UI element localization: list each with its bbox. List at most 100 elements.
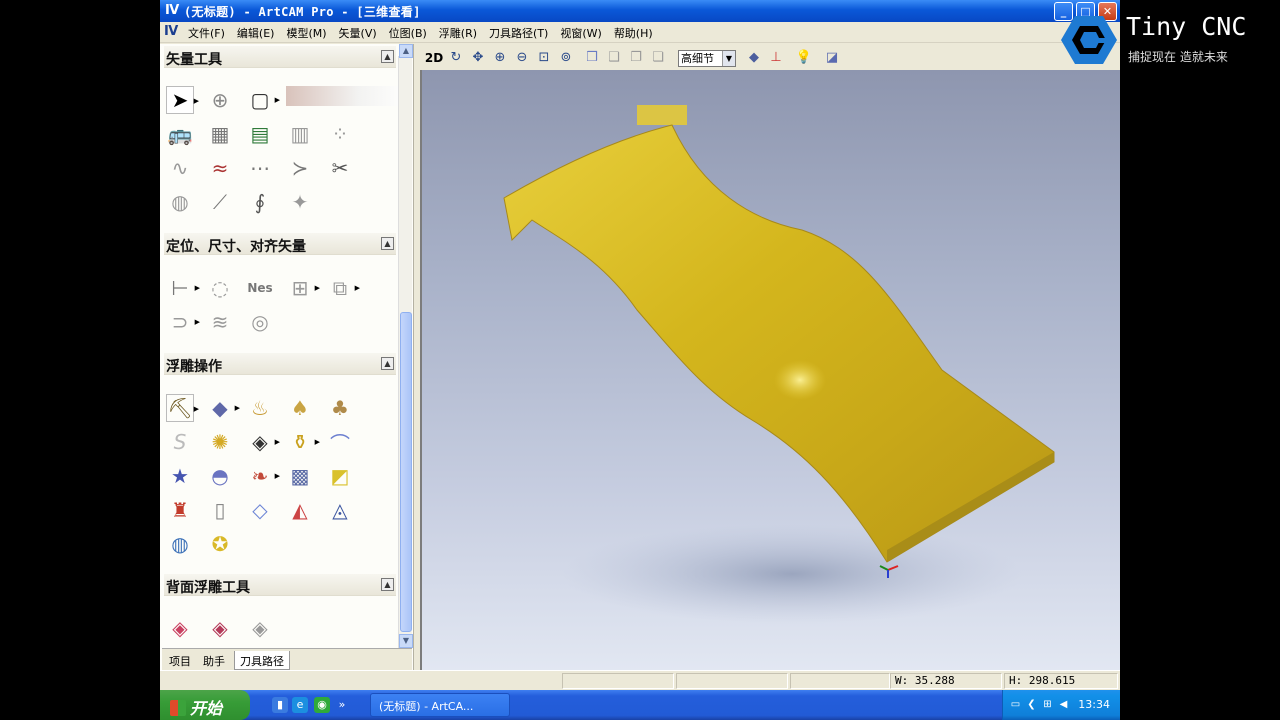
arch-icon[interactable]: ⌒ bbox=[326, 428, 354, 456]
ie-icon[interactable]: e bbox=[292, 697, 308, 713]
star-relief-icon[interactable]: ★ bbox=[166, 462, 194, 490]
menu-window[interactable]: 视窗(W) bbox=[554, 25, 607, 41]
offset-icon[interactable]: ≻ bbox=[286, 154, 314, 182]
shape-editor-icon[interactable]: ⛏ ▶ bbox=[166, 394, 199, 422]
back-relief-grey-icon[interactable]: ◈ bbox=[246, 614, 274, 642]
layers-icon[interactable]: ◬ bbox=[326, 496, 354, 524]
menu-bitmap[interactable]: 位图(B) bbox=[383, 25, 433, 41]
spin-icon[interactable]: ♣ bbox=[326, 394, 354, 422]
volume-icon[interactable]: ◀ bbox=[1057, 698, 1070, 711]
circle-dots-icon[interactable]: ◌ bbox=[206, 274, 234, 302]
menu-relief[interactable]: 浮雕(R) bbox=[433, 25, 483, 41]
panel-scrollbar[interactable]: ▲ ▼ bbox=[398, 44, 413, 648]
extrude-icon[interactable]: ♨ bbox=[246, 394, 274, 422]
section-back-relief[interactable]: 背面浮雕工具 ▲ bbox=[164, 574, 396, 596]
smooth-curve-icon[interactable]: ≈ bbox=[206, 154, 234, 182]
collapse-icon[interactable]: ▲ bbox=[381, 50, 394, 63]
zoom-fit-icon[interactable]: ⊚ bbox=[556, 49, 576, 67]
chip-icon[interactable]: ◈ ▶ bbox=[246, 428, 280, 456]
node-pattern-icon[interactable]: ⁘ bbox=[326, 120, 354, 148]
taskbar-artcam-button[interactable]: (无标题) - ArtCA... bbox=[370, 693, 510, 717]
section-vector-tools[interactable]: 矢量工具 ▲ bbox=[164, 46, 396, 68]
axis-icon[interactable]: ⊥ bbox=[766, 49, 786, 67]
app-quicklaunch-icon[interactable]: ◉ bbox=[314, 697, 330, 713]
grid-tool-icon[interactable]: ▦ bbox=[206, 120, 234, 148]
wrap-icon[interactable]: ⊃ ▶ bbox=[166, 308, 200, 336]
spiral-icon[interactable]: ◎ bbox=[246, 308, 274, 336]
section-position-align[interactable]: 定位、尺寸、对齐矢量 ▲ bbox=[164, 233, 396, 255]
menu-model[interactable]: 模型(M) bbox=[280, 25, 332, 41]
collapse-icon[interactable]: ▲ bbox=[381, 237, 394, 250]
text-tool-icon[interactable]: 🚌 bbox=[166, 120, 194, 148]
paint-icon[interactable]: ♜ bbox=[166, 496, 194, 524]
iso-view-icon[interactable]: ❒ bbox=[582, 49, 602, 67]
weave-icon[interactable]: ▥ bbox=[286, 120, 314, 148]
collapse-icon[interactable]: ▲ bbox=[381, 357, 394, 370]
menu-file[interactable]: 文件(F) bbox=[182, 25, 231, 41]
3d-viewport[interactable] bbox=[420, 70, 1120, 670]
plane-icon[interactable]: ◆ ▶ bbox=[206, 394, 240, 422]
pan-icon[interactable]: ✥ bbox=[468, 49, 488, 67]
revolve-icon[interactable]: ♠ bbox=[286, 394, 314, 422]
zoom-out-icon[interactable]: ⊖ bbox=[512, 49, 532, 67]
front-view-icon[interactable]: ❑ bbox=[604, 49, 624, 67]
curve-icon[interactable]: ∿ bbox=[166, 154, 194, 182]
network-icon[interactable]: ⊞ bbox=[1041, 698, 1054, 711]
top-view-icon[interactable]: ❏ bbox=[648, 49, 668, 67]
artcam-menu-icon[interactable]: Ⅳ bbox=[164, 24, 178, 39]
view-2d-button[interactable]: 2D bbox=[424, 49, 444, 67]
tab-project[interactable]: 项目 bbox=[164, 651, 196, 670]
cylinder-icon[interactable]: ◍ bbox=[166, 188, 194, 216]
zoom-box-icon[interactable]: ⊡ bbox=[534, 49, 554, 67]
section-relief-ops[interactable]: 浮雕操作 ▲ bbox=[164, 353, 396, 375]
wave-icon[interactable]: ≋ bbox=[206, 308, 234, 336]
folder-star-icon[interactable]: ✪ bbox=[206, 530, 234, 558]
menu-toolpaths[interactable]: 刀具路径(T) bbox=[483, 25, 554, 41]
scroll-thumb[interactable] bbox=[400, 312, 412, 632]
tab-assistant[interactable]: 助手 bbox=[198, 651, 230, 670]
node-edit-icon[interactable]: ⋯ bbox=[246, 154, 274, 182]
nesting-icon[interactable]: Nes bbox=[246, 274, 274, 302]
desktop-icon[interactable]: ▮ bbox=[272, 697, 288, 713]
expand-icon[interactable]: » bbox=[336, 697, 348, 713]
sketch-icon[interactable]: ⟋ bbox=[206, 188, 234, 216]
menu-vector[interactable]: 矢量(V) bbox=[333, 25, 383, 41]
side-view-icon[interactable]: ❐ bbox=[626, 49, 646, 67]
back-arrow-icon[interactable]: ❮ bbox=[1025, 698, 1038, 711]
bezier-icon[interactable]: ∮ bbox=[246, 188, 274, 216]
back-relief-red-icon[interactable]: ◈ bbox=[166, 614, 194, 642]
column-icon[interactable]: ▯ bbox=[206, 496, 234, 524]
feather-icon[interactable]: ❧ ▶ bbox=[246, 462, 280, 490]
select-arrow-icon[interactable]: ➤ ▶ bbox=[166, 86, 199, 114]
slice-icon[interactable]: ◭ bbox=[286, 496, 314, 524]
globe-icon[interactable]: ◍ bbox=[166, 530, 194, 558]
tab-toolpaths[interactable]: 刀具路径 bbox=[234, 651, 290, 670]
knot-icon[interactable]: ✺ bbox=[206, 428, 234, 456]
back-relief-stack-icon[interactable]: ◈ bbox=[206, 614, 234, 642]
keyboard-icon[interactable]: ▭ bbox=[1009, 698, 1022, 711]
menu-edit[interactable]: 编辑(E) bbox=[231, 25, 281, 41]
scroll-down-icon[interactable]: ▼ bbox=[399, 634, 413, 648]
sheet-icon[interactable]: ◩ bbox=[326, 462, 354, 490]
start-button[interactable]: 开始 bbox=[160, 690, 250, 720]
transform-icon[interactable]: ⊕ bbox=[206, 86, 234, 114]
weave-s-icon[interactable]: S bbox=[166, 428, 194, 456]
texture-icon[interactable]: ▩ bbox=[286, 462, 314, 490]
star-shape-icon[interactable]: ✦ bbox=[286, 188, 314, 216]
title-bar[interactable]: Ⅳ (无标题) - ArtCAM Pro - [三维查看] _ □ ✕ bbox=[160, 0, 1120, 22]
bowl-icon[interactable]: ◓ bbox=[206, 462, 234, 490]
material-icon[interactable]: ◪ bbox=[822, 49, 842, 67]
text-along-icon[interactable]: ▤ bbox=[246, 120, 274, 148]
trim-icon[interactable]: ✂ bbox=[326, 154, 354, 182]
shade-icon[interactable]: ◆ bbox=[744, 49, 764, 67]
block-copy-icon[interactable]: ⊞ ▶ bbox=[286, 274, 320, 302]
scroll-up-icon[interactable]: ▲ bbox=[399, 44, 413, 58]
rectangle-icon[interactable]: ▢ ▶ bbox=[246, 86, 280, 114]
lamp-icon[interactable]: ⚱ ▶ bbox=[286, 428, 320, 456]
collapse-icon[interactable]: ▲ bbox=[381, 578, 394, 591]
light-bulb-icon[interactable]: 💡 bbox=[794, 49, 814, 67]
zoom-in-icon[interactable]: ⊕ bbox=[490, 49, 510, 67]
group-icon[interactable]: ⧉ ▶ bbox=[326, 274, 360, 302]
menu-help[interactable]: 帮助(H) bbox=[608, 25, 659, 41]
quality-select[interactable]: 高细节 ▼ bbox=[678, 50, 736, 67]
